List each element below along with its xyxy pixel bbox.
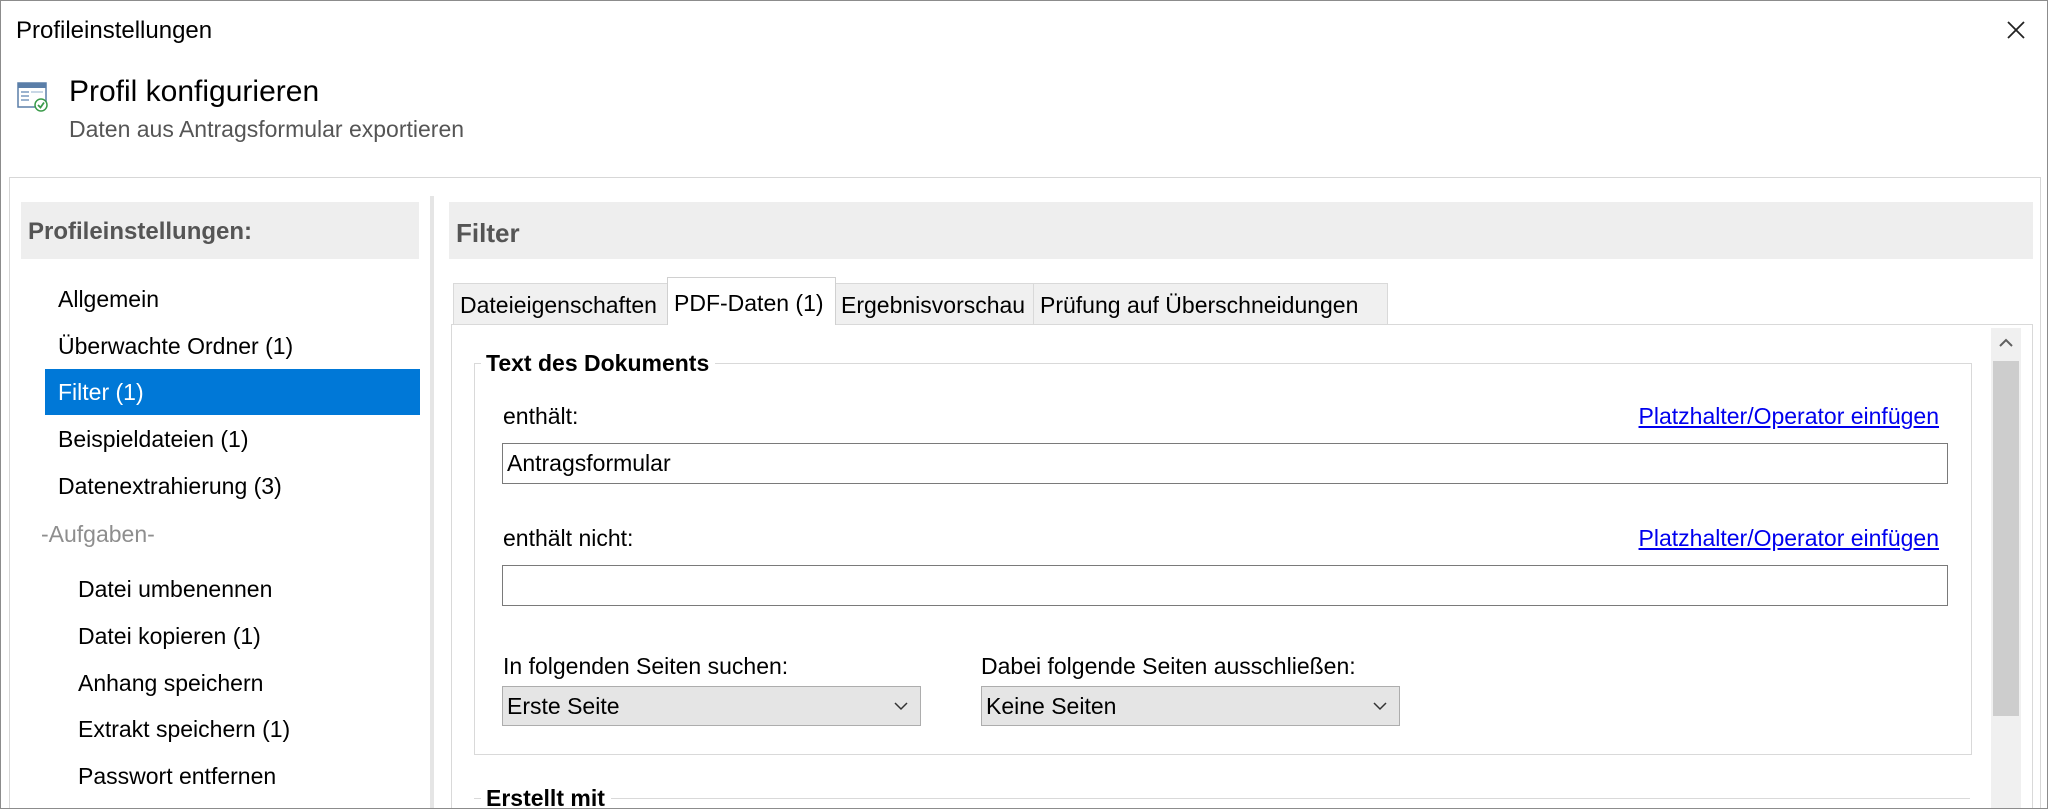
tab-ergebnisvorschau[interactable]: Ergebnisvorschau [834, 283, 1035, 324]
insert-placeholder-link-contains[interactable]: Platzhalter/Operator einfügen [1639, 403, 1939, 430]
sidebar-item-ueberwachte-ordner[interactable]: Überwachte Ordner (1) [45, 323, 434, 369]
tab-dateieigenschaften[interactable]: Dateieigenschaften [453, 283, 675, 324]
sidebar-header-label: Profileinstellungen: [28, 218, 253, 245]
sidebar-group-tasks: -Aufgaben- [41, 521, 155, 547]
tab-label: PDF-Daten (1) [674, 290, 824, 316]
sidebar-item-anhang-speichern[interactable]: Anhang speichern [65, 660, 434, 706]
sidebar-item-passwort-entfernen[interactable]: Passwort entfernen [65, 753, 434, 799]
title-bar: Profileinstellungen [1, 1, 2047, 59]
search-pages-value: Erste Seite [507, 693, 620, 719]
chevron-down-icon [894, 702, 908, 711]
sidebar-item-beispieldateien[interactable]: Beispieldateien (1) [45, 416, 434, 462]
sidebar-item-datei-kopieren[interactable]: Datei kopieren (1) [65, 613, 434, 659]
tab-pruefung-ueberschneidungen[interactable]: Prüfung auf Überschneidungen [1033, 283, 1388, 324]
sidebar-item-label: Allgemein [58, 286, 159, 312]
sidebar-item-filter[interactable]: Filter (1) [45, 369, 420, 415]
search-pages-label: In folgenden Seiten suchen: [503, 653, 789, 679]
dialog-window: Profileinstellungen Profil konfigurieren… [0, 0, 2048, 809]
section-header-label: Filter [456, 218, 520, 248]
sidebar-splitter[interactable] [430, 196, 434, 808]
sidebar-item-label: Datei umbenennen [78, 576, 273, 602]
profile-settings-icon [17, 82, 48, 112]
sidebar-item-datei-umbenennen[interactable]: Datei umbenennen [65, 566, 434, 612]
sidebar-item-label: Beispieldateien (1) [58, 426, 249, 452]
page-subtitle: Daten aus Antragsformular exportieren [69, 116, 465, 142]
sidebar-item-label: Extrakt speichern (1) [78, 716, 291, 742]
sidebar-item-label: Datenextrahierung (3) [58, 473, 282, 499]
tab-label: Dateieigenschaften [460, 292, 657, 318]
tab-pdf-daten[interactable]: PDF-Daten (1) [667, 277, 836, 325]
not-contains-input[interactable] [502, 565, 1948, 606]
created-with-groupbox [474, 798, 1970, 799]
chevron-down-icon [1373, 702, 1387, 711]
exclude-pages-value: Keine Seiten [986, 693, 1117, 719]
sidebar-item-label: Überwachte Ordner (1) [58, 333, 294, 359]
close-button[interactable] [1999, 13, 2033, 47]
sidebar-header: Profileinstellungen: [21, 202, 419, 259]
scrollbar-thumb[interactable] [1993, 361, 2019, 716]
sidebar-item-label: Passwort entfernen [78, 763, 277, 789]
sidebar-item-label: Filter (1) [58, 379, 144, 405]
window-title: Profileinstellungen [16, 17, 213, 44]
sidebar-item-datenextrahierung[interactable]: Datenextrahierung (3) [45, 463, 434, 509]
sidebar-item-allgemein[interactable]: Allgemein [45, 276, 434, 322]
insert-placeholder-link-not-contains[interactable]: Platzhalter/Operator einfügen [1639, 525, 1939, 552]
scroll-up-button[interactable] [1991, 328, 2021, 358]
tab-label: Ergebnisvorschau [841, 292, 1026, 318]
document-text-group-title: Text des Dokuments [481, 350, 716, 377]
contains-label: enthält: [503, 403, 579, 429]
exclude-pages-select[interactable]: Keine Seiten [981, 686, 1400, 726]
sidebar-item-label: Anhang speichern [78, 670, 264, 696]
sidebar-item-extrakt-speichern[interactable]: Extrakt speichern (1) [65, 706, 434, 752]
contains-input[interactable] [502, 443, 1948, 484]
close-icon [2007, 21, 2025, 39]
section-header: Filter [449, 202, 2033, 259]
scroll-up-icon [1999, 338, 2013, 347]
not-contains-label: enthält nicht: [503, 525, 634, 551]
page-title: Profil konfigurieren [69, 75, 320, 108]
sidebar-item-label: Datei kopieren (1) [78, 623, 261, 649]
created-with-group-title: Erstellt mit [481, 785, 611, 808]
search-pages-select[interactable]: Erste Seite [502, 686, 921, 726]
tab-label: Prüfung auf Überschneidungen [1040, 292, 1359, 318]
vertical-scrollbar[interactable] [1991, 328, 2021, 808]
exclude-pages-label: Dabei folgende Seiten ausschließen: [981, 653, 1356, 679]
